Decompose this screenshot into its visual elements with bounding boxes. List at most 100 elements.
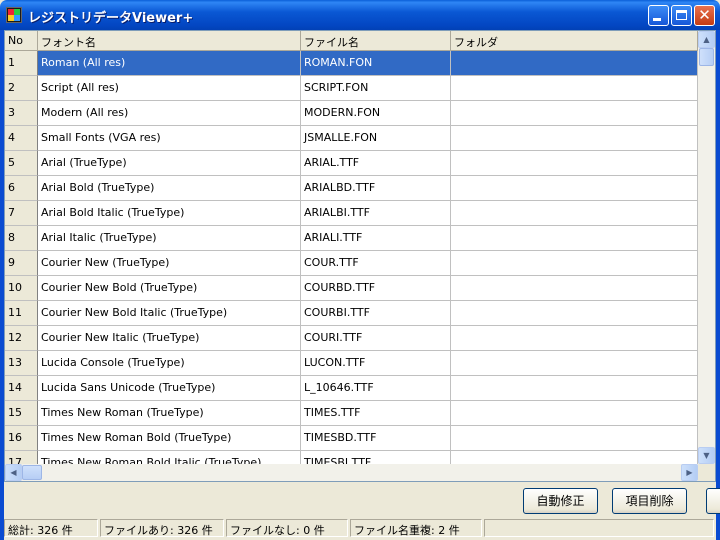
table-row[interactable]: 7 Arial Bold Italic (TrueType) ARIALBI.TTF xyxy=(5,201,698,226)
folder-cell[interactable] xyxy=(451,401,698,426)
scroll-right-icon[interactable]: ▶ xyxy=(681,464,698,481)
vertical-scroll-thumb[interactable] xyxy=(699,48,714,66)
row-number-cell[interactable]: 3 xyxy=(5,101,38,126)
file-name-cell[interactable]: ROMAN.FON xyxy=(301,51,451,76)
table-row[interactable]: 6 Arial Bold (TrueType) ARIALBD.TTF xyxy=(5,176,698,201)
file-name-cell[interactable]: ARIALI.TTF xyxy=(301,226,451,251)
folder-cell[interactable] xyxy=(451,276,698,301)
folder-cell[interactable] xyxy=(451,151,698,176)
file-name-cell[interactable]: L_10646.TTF xyxy=(301,376,451,401)
column-header-file-name[interactable]: ファイル名 xyxy=(301,31,451,51)
font-name-cell[interactable]: Script (All res) xyxy=(38,76,301,101)
font-name-cell[interactable]: Times New Roman (TrueType) xyxy=(38,401,301,426)
vertical-scrollbar[interactable]: ▲ ▼ xyxy=(698,31,715,464)
folder-cell[interactable] xyxy=(451,51,698,76)
folder-cell[interactable] xyxy=(451,176,698,201)
folder-cell[interactable] xyxy=(451,226,698,251)
table-row[interactable]: 10 Courier New Bold (TrueType) COURBD.TTF xyxy=(5,276,698,301)
column-header-folder[interactable]: フォルダ xyxy=(451,31,698,51)
folder-cell[interactable] xyxy=(451,251,698,276)
file-name-cell[interactable]: TIMESBD.TTF xyxy=(301,426,451,451)
maximize-button[interactable] xyxy=(671,5,692,26)
auto-fix-button[interactable]: 自動修正 xyxy=(523,488,598,514)
table-row[interactable]: 16 Times New Roman Bold (TrueType) TIMESBD… xyxy=(5,426,698,451)
row-number-cell[interactable]: 11 xyxy=(5,301,38,326)
folder-cell[interactable] xyxy=(451,76,698,101)
table-row[interactable]: 1 Roman (All res) ROMAN.FON xyxy=(5,51,698,76)
font-name-cell[interactable]: Courier New Bold (TrueType) xyxy=(38,276,301,301)
row-number-cell[interactable]: 15 xyxy=(5,401,38,426)
table-row[interactable]: 4 Small Fonts (VGA res) JSMALLE.FON xyxy=(5,126,698,151)
folder-cell[interactable] xyxy=(451,201,698,226)
horizontal-scrollbar[interactable]: ◀ ▶ xyxy=(5,464,698,481)
table-row[interactable]: 2 Script (All res) SCRIPT.FON xyxy=(5,76,698,101)
column-header-font-name[interactable]: フォント名 xyxy=(38,31,301,51)
scroll-up-icon[interactable]: ▲ xyxy=(698,31,715,48)
folder-cell[interactable] xyxy=(451,126,698,151)
partial-button[interactable] xyxy=(706,488,720,514)
font-name-cell[interactable]: Roman (All res) xyxy=(38,51,301,76)
table-row[interactable]: 11 Courier New Bold Italic (TrueType) COUR… xyxy=(5,301,698,326)
font-name-cell[interactable]: Small Fonts (VGA res) xyxy=(38,126,301,151)
column-header-no[interactable]: No xyxy=(5,31,38,51)
font-name-cell[interactable]: Courier New Bold Italic (TrueType) xyxy=(38,301,301,326)
font-name-cell[interactable]: Lucida Sans Unicode (TrueType) xyxy=(38,376,301,401)
font-name-cell[interactable]: Arial Bold Italic (TrueType) xyxy=(38,201,301,226)
table-row[interactable]: 5 Arial (TrueType) ARIAL.TTF xyxy=(5,151,698,176)
close-button[interactable]: ✕ xyxy=(694,5,715,26)
file-name-cell[interactable]: COUR.TTF xyxy=(301,251,451,276)
file-name-cell[interactable]: MODERN.FON xyxy=(301,101,451,126)
row-number-cell[interactable]: 7 xyxy=(5,201,38,226)
row-number-cell[interactable]: 8 xyxy=(5,226,38,251)
horizontal-scroll-thumb[interactable] xyxy=(22,465,42,480)
font-registry-grid[interactable]: No フォント名 ファイル名 フォルダ 1 Roman (All res) ROMA… xyxy=(4,30,716,482)
file-name-cell[interactable]: ARIALBI.TTF xyxy=(301,201,451,226)
folder-cell[interactable] xyxy=(451,101,698,126)
folder-cell[interactable] xyxy=(451,351,698,376)
scroll-left-icon[interactable]: ◀ xyxy=(5,464,22,481)
file-name-cell[interactable]: LUCON.TTF xyxy=(301,351,451,376)
delete-item-button[interactable]: 項目削除 xyxy=(612,488,687,514)
minimize-button[interactable] xyxy=(648,5,669,26)
row-number-cell[interactable]: 12 xyxy=(5,326,38,351)
table-row[interactable]: 15 Times New Roman (TrueType) TIMES.TTF xyxy=(5,401,698,426)
font-name-cell[interactable]: Courier New Italic (TrueType) xyxy=(38,326,301,351)
table-row[interactable]: 8 Arial Italic (TrueType) ARIALI.TTF xyxy=(5,226,698,251)
row-number-cell[interactable]: 10 xyxy=(5,276,38,301)
font-name-cell[interactable]: Lucida Console (TrueType) xyxy=(38,351,301,376)
table-row[interactable]: 14 Lucida Sans Unicode (TrueType) L_10646.… xyxy=(5,376,698,401)
file-name-cell[interactable]: JSMALLE.FON xyxy=(301,126,451,151)
row-number-cell[interactable]: 6 xyxy=(5,176,38,201)
font-name-cell[interactable]: Modern (All res) xyxy=(38,101,301,126)
table-row[interactable]: 3 Modern (All res) MODERN.FON xyxy=(5,101,698,126)
app-icon[interactable] xyxy=(6,7,22,23)
font-name-cell[interactable]: Arial Italic (TrueType) xyxy=(38,226,301,251)
table-row[interactable]: 9 Courier New (TrueType) COUR.TTF xyxy=(5,251,698,276)
file-name-cell[interactable]: SCRIPT.FON xyxy=(301,76,451,101)
table-row[interactable]: 12 Courier New Italic (TrueType) COURI.TTF xyxy=(5,326,698,351)
row-number-cell[interactable]: 14 xyxy=(5,376,38,401)
file-name-cell[interactable]: ARIALBD.TTF xyxy=(301,176,451,201)
title-bar[interactable]: レジストリデータViewer+ ✕ xyxy=(0,0,720,30)
file-name-cell[interactable]: COURI.TTF xyxy=(301,326,451,351)
row-number-cell[interactable]: 1 xyxy=(5,51,38,76)
file-name-cell[interactable]: COURBD.TTF xyxy=(301,276,451,301)
font-name-cell[interactable]: Courier New (TrueType) xyxy=(38,251,301,276)
row-number-cell[interactable]: 4 xyxy=(5,126,38,151)
font-name-cell[interactable]: Arial (TrueType) xyxy=(38,151,301,176)
folder-cell[interactable] xyxy=(451,376,698,401)
font-name-cell[interactable]: Arial Bold (TrueType) xyxy=(38,176,301,201)
file-name-cell[interactable]: ARIAL.TTF xyxy=(301,151,451,176)
row-number-cell[interactable]: 5 xyxy=(5,151,38,176)
folder-cell[interactable] xyxy=(451,426,698,451)
file-name-cell[interactable]: COURBI.TTF xyxy=(301,301,451,326)
row-number-cell[interactable]: 16 xyxy=(5,426,38,451)
row-number-cell[interactable]: 2 xyxy=(5,76,38,101)
table-row[interactable]: 13 Lucida Console (TrueType) LUCON.TTF xyxy=(5,351,698,376)
row-number-cell[interactable]: 9 xyxy=(5,251,38,276)
folder-cell[interactable] xyxy=(451,326,698,351)
font-name-cell[interactable]: Times New Roman Bold (TrueType) xyxy=(38,426,301,451)
row-number-cell[interactable]: 13 xyxy=(5,351,38,376)
file-name-cell[interactable]: TIMES.TTF xyxy=(301,401,451,426)
folder-cell[interactable] xyxy=(451,301,698,326)
